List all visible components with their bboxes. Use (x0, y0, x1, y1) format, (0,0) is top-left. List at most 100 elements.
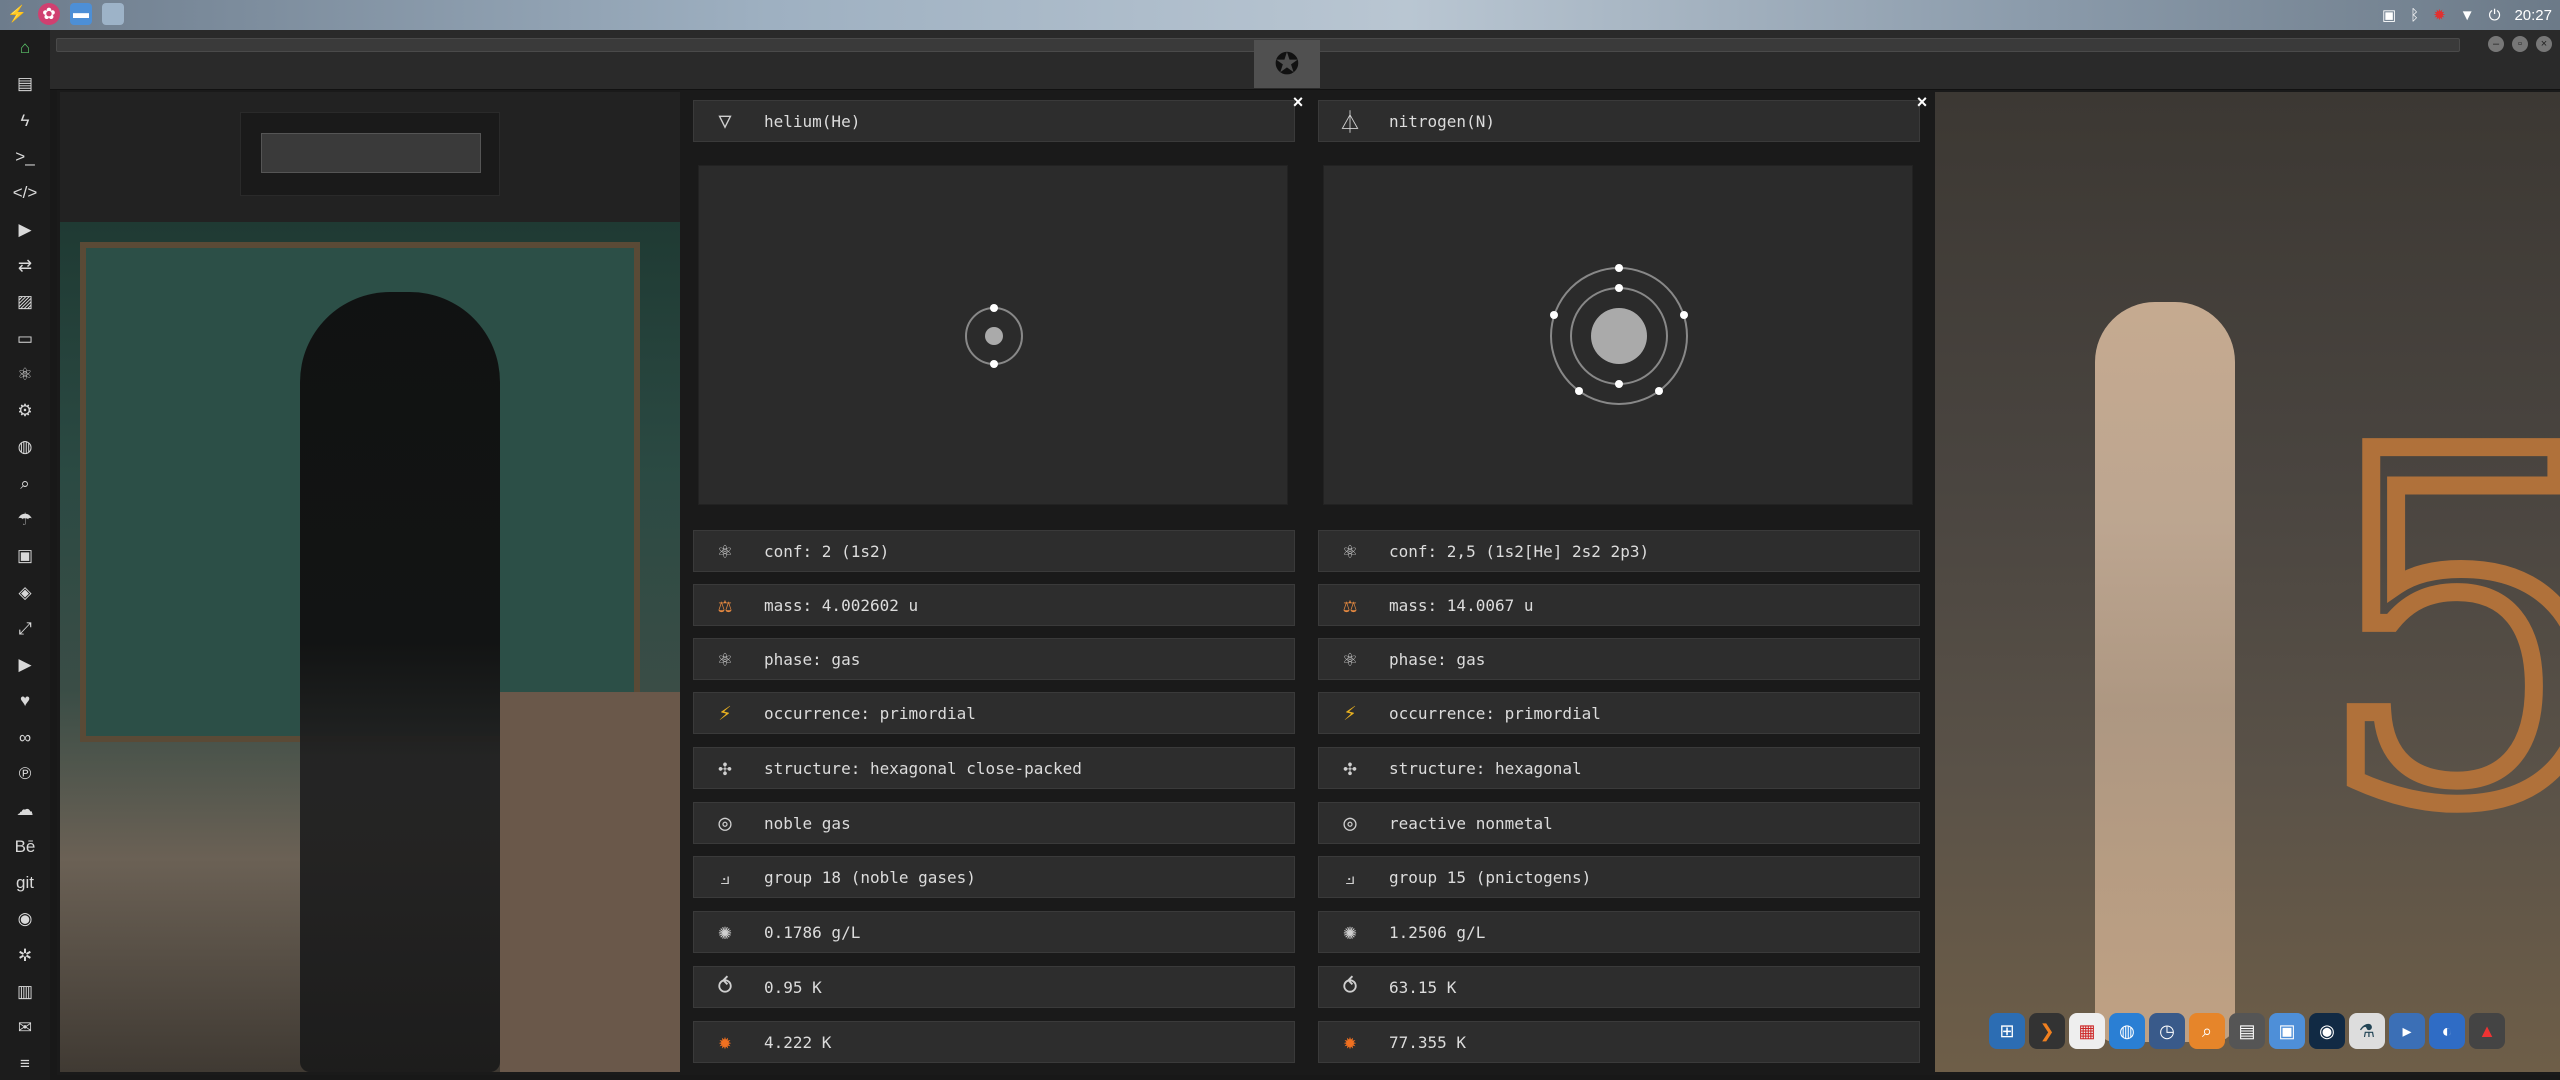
globe-icon[interactable]: ◍ (2109, 1013, 2145, 1049)
clock-icon[interactable]: ◷ (2149, 1013, 2185, 1049)
expand-icon[interactable]: ⤢ (0, 611, 50, 647)
image-icon[interactable]: ▣ (2382, 6, 2396, 24)
gear-icon[interactable]: ✿ (38, 3, 60, 25)
close-panel-nitrogen[interactable]: × (1912, 92, 1932, 112)
calendar-icon[interactable]: ▦ (2069, 1013, 2105, 1049)
right-wallpaper: 5 (1935, 92, 2560, 1072)
minimize-button[interactable]: – (2488, 36, 2504, 52)
window-icon[interactable]: ▤ (2229, 1013, 2265, 1049)
property-row[interactable]: ⟓ group 18 (noble gases) (693, 856, 1295, 898)
property-text: occurrence: primordial (1389, 703, 1601, 723)
rebel-logo-icon[interactable]: ✪ (1254, 40, 1320, 88)
top-panel: ⚡ ✿ ▬ ▣ ᛒ ✹ ▼ ⏻ 20:27 (0, 0, 2560, 30)
debian-icon[interactable]: ✹ (2433, 6, 2446, 24)
window-icon[interactable] (102, 3, 124, 25)
property-row[interactable]: ✹ 77.355 K (1318, 1021, 1920, 1063)
behance-icon[interactable]: Bē (0, 829, 50, 865)
property-row[interactable]: ⚛ phase: gas (693, 638, 1295, 680)
heart-icon[interactable]: ♥ (0, 683, 50, 719)
property-row[interactable]: ⚖ mass: 14.0067 u (1318, 584, 1920, 626)
cloud-icon[interactable]: ☁ (0, 792, 50, 828)
model-figure (2095, 302, 2235, 1042)
earth-icon[interactable]: ◉ (2309, 1013, 2345, 1049)
property-row[interactable]: ⚡ occurrence: primordial (1318, 692, 1920, 734)
terminal-icon[interactable]: >_ (0, 139, 50, 175)
element-title[interactable]: ▽ helium(He) (693, 100, 1295, 142)
property-row[interactable]: ✺ 0.1786 g/L (693, 911, 1295, 953)
search-input[interactable] (261, 133, 481, 173)
list-icon[interactable]: ≡ (0, 1046, 50, 1080)
property-row[interactable]: ⚛ phase: gas (1318, 638, 1920, 680)
code-icon[interactable]: </> (0, 175, 50, 211)
gear-icon[interactable]: ⚙ (0, 393, 50, 429)
property-row[interactable]: ⥀ 63.15 K (1318, 966, 1920, 1008)
globe-icon[interactable]: ◍ (0, 429, 50, 465)
nucleus (985, 327, 1003, 345)
property-text: group 15 (pnictogens) (1389, 867, 1592, 887)
property-row[interactable]: ⚛ conf: 2 (1s2) (693, 530, 1295, 572)
property-row[interactable]: ⚖ mass: 4.002602 u (693, 584, 1295, 626)
map-icon[interactable]: ▥ (0, 974, 50, 1010)
tag-icon[interactable]: ◈ (0, 574, 50, 610)
contact-icon[interactable]: ▣ (0, 538, 50, 574)
electron (1655, 387, 1663, 395)
property-row[interactable]: ✣ structure: hexagonal (1318, 747, 1920, 789)
document-icon[interactable]: ▤ (0, 66, 50, 102)
property-text: noble gas (764, 813, 851, 833)
flask-icon[interactable]: ⚗ (2349, 1013, 2385, 1049)
property-row[interactable]: ✣ structure: hexagonal close-packed (693, 747, 1295, 789)
clock[interactable]: 20:27 (2514, 7, 2552, 24)
play-icon[interactable]: ▶ (0, 211, 50, 247)
electron (990, 360, 998, 368)
property-row[interactable]: ✹ 4.222 K (693, 1021, 1295, 1063)
property-row[interactable]: ⟓ group 15 (pnictogens) (1318, 856, 1920, 898)
property-row[interactable]: ⚡ occurrence: primordial (693, 692, 1295, 734)
element-title[interactable]: ⏃ nitrogen(N) (1318, 100, 1920, 142)
property-text: occurrence: primordial (764, 703, 976, 723)
pinterest-icon[interactable]: ℗ (0, 756, 50, 792)
github-icon[interactable]: ◉ (0, 901, 50, 937)
mail-icon[interactable]: ✉ (0, 1010, 50, 1046)
youtube-icon[interactable]: ▶ (0, 647, 50, 683)
git-icon[interactable]: git (0, 865, 50, 901)
property-text: 63.15 K (1389, 977, 1457, 997)
property-text: reactive nonmetal (1389, 813, 1553, 833)
bluetooth-icon[interactable]: ᛒ (2410, 7, 2419, 24)
window-titlebar[interactable]: – ▫ × ✪ (50, 30, 2560, 90)
bolt-icon: ⚡ (1343, 700, 1357, 726)
image-icon[interactable]: ▨ (0, 284, 50, 320)
close-panel-helium[interactable]: × (1288, 92, 1308, 112)
property-row[interactable]: ◎ noble gas (693, 802, 1295, 844)
photo-icon[interactable]: ▣ (2269, 1013, 2305, 1049)
bolt-icon[interactable]: ⚡ (6, 3, 28, 25)
wifi-icon[interactable]: ▼ (2460, 7, 2475, 24)
apps-icon[interactable]: ⊞ (1989, 1013, 2025, 1049)
translate-icon[interactable]: ⇄ (0, 248, 50, 284)
link-icon[interactable]: ∞ (0, 720, 50, 756)
atom-view (698, 165, 1288, 505)
property-row[interactable]: ✺ 1.2506 g/L (1318, 911, 1920, 953)
maximize-button[interactable]: ▫ (2512, 36, 2528, 52)
arrow-icon[interactable]: ❯ (2029, 1013, 2065, 1049)
search-icon[interactable]: ⌕ (2189, 1013, 2225, 1049)
desk (500, 692, 680, 1072)
terminal-icon[interactable]: ▸ (2389, 1013, 2425, 1049)
property-row[interactable]: ⚛ conf: 2,5 (1s2[He] 2s2 2p3) (1318, 530, 1920, 572)
property-row[interactable]: ◎ reactive nonmetal (1318, 802, 1920, 844)
property-row[interactable]: ⥀ 0.95 K (693, 966, 1295, 1008)
browser-icon[interactable]: ◐ (2429, 1013, 2465, 1049)
home-icon[interactable]: ⌂ (0, 30, 50, 66)
close-window-button[interactable]: × (2536, 36, 2552, 52)
card-icon[interactable]: ▭ (0, 320, 50, 356)
bolt-icon[interactable]: ϟ (0, 103, 50, 139)
atom-icon[interactable]: ⚛ (0, 357, 50, 393)
structure-icon: ✣ (718, 755, 732, 781)
left-header (60, 92, 680, 222)
umbrella-icon[interactable]: ☂ (0, 502, 50, 538)
network-icon[interactable]: ✲ (0, 937, 50, 973)
property-text: phase: gas (764, 649, 861, 669)
search-icon[interactable]: ⌕ (0, 466, 50, 502)
power-icon[interactable]: ⏻ (2489, 7, 2501, 24)
warning-icon[interactable]: ▲ (2469, 1013, 2505, 1049)
folder-icon[interactable]: ▬ (70, 3, 92, 25)
